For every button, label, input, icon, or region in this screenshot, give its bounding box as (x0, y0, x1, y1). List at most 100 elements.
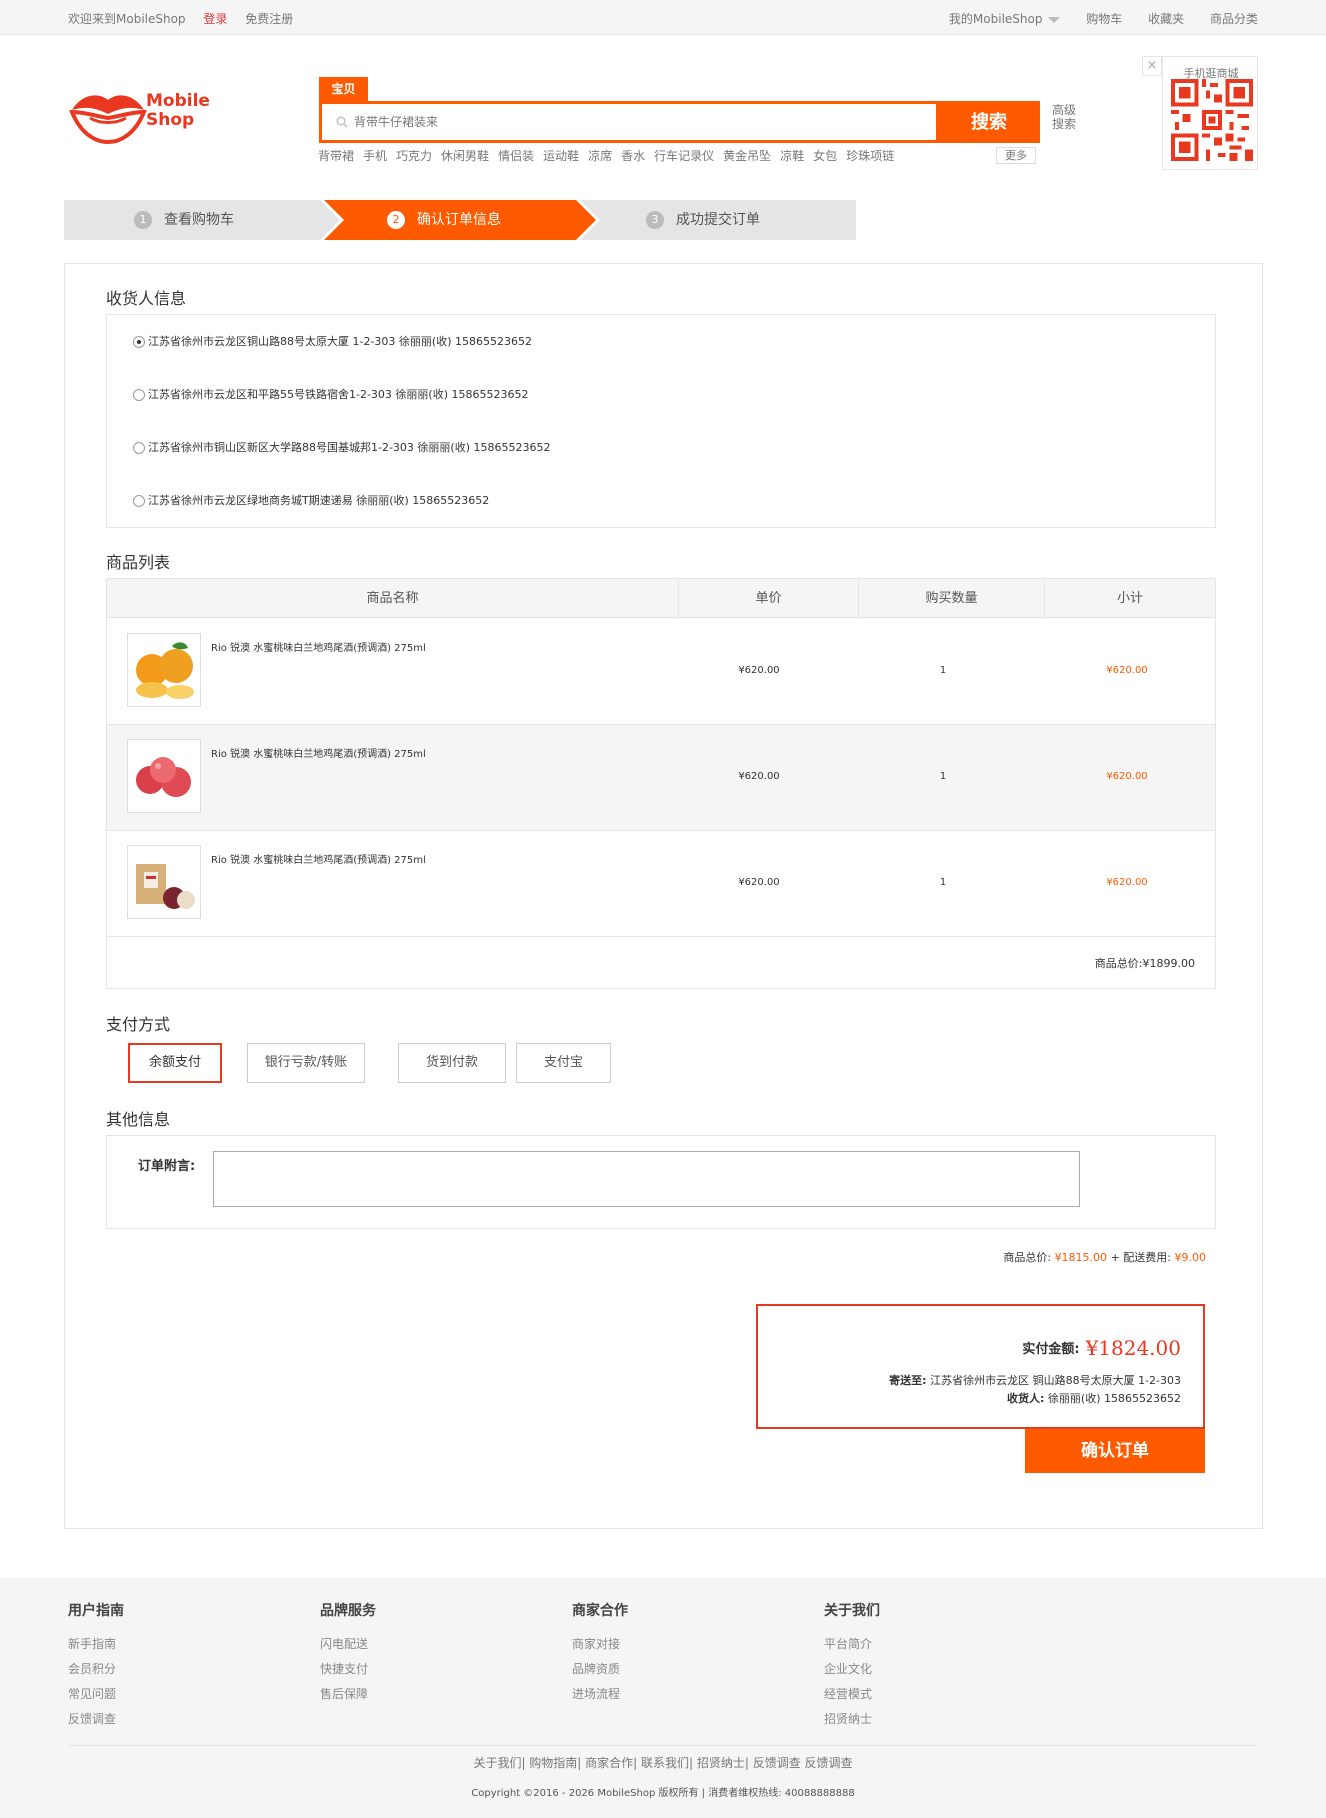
hotwords-list: 背带裙 手机 巧克力 休闲男鞋 情侣装 运动鞋 凉席 香水 行车记录仪 黄金吊坠 凉鞋 女包 珍珠项链 (318, 147, 903, 164)
footer-link[interactable]: 快捷支付 (320, 1657, 376, 1682)
copyright-text: Copyright ©2016 - 2026 MobileShop 版权所有 |… (471, 1788, 855, 1799)
address-option[interactable]: 江苏省徐州市云龙区铜山路88号太原大厦 1-2-303 徐丽丽(收) 15865… (133, 333, 532, 349)
radio-button[interactable] (133, 495, 145, 507)
footer-link[interactable]: 企业文化 (824, 1657, 880, 1682)
pay-amount-value: ¥1824.00 (1085, 1336, 1181, 1360)
receiver-label: 收货人: (1007, 1392, 1045, 1405)
order-note-textarea[interactable] (213, 1151, 1080, 1207)
hotword[interactable]: 运动鞋 (543, 149, 579, 163)
product-image-gift-box[interactable] (127, 845, 201, 919)
chevron-down-icon (1048, 16, 1061, 23)
logo-wordmark: Mobile Shop (146, 92, 210, 130)
payment-alipay-button[interactable]: 支付宝 (516, 1043, 611, 1083)
footer-link[interactable]: 闪电配送 (320, 1632, 376, 1657)
step-submit-order: 3 成功提交订单 (646, 200, 760, 240)
footer-link[interactable]: 常见问题 (68, 1682, 124, 1707)
my-shop-label: 我的MobileShop (948, 12, 1043, 26)
hotword[interactable]: 背带裙 (318, 149, 354, 163)
receiver-value: 徐丽丽(收) 15865523652 (1047, 1392, 1181, 1405)
order-panel: 收货人信息 江苏省徐州市云龙区铜山路88号太原大厦 1-2-303 徐丽丽(收)… (64, 263, 1263, 1529)
hotword[interactable]: 休闲男鞋 (441, 149, 489, 163)
hotword[interactable]: 珍珠项链 (846, 149, 894, 163)
order-note-label: 订单附言: (138, 1159, 196, 1174)
more-hotwords-button[interactable]: 更多 (996, 147, 1036, 164)
hotword[interactable]: 香水 (621, 149, 645, 163)
ship-to-label: 寄送至: (889, 1374, 927, 1387)
step-label: 查看购物车 (164, 212, 234, 228)
hotword[interactable]: 巧克力 (396, 149, 432, 163)
hotword[interactable]: 黄金吊坠 (723, 149, 771, 163)
footer-link[interactable]: 经营模式 (824, 1682, 880, 1707)
hotword[interactable]: 凉席 (588, 149, 612, 163)
register-link[interactable]: 免费注册 (245, 12, 293, 26)
checkout-steps: 1 查看购物车 2 确认订单信息 3 成功提交订单 (64, 200, 856, 240)
product-name[interactable]: Rio 锐澳 水蜜桃味白兰地鸡尾酒(预调酒) 275ml (211, 745, 426, 760)
radio-button[interactable] (133, 442, 145, 454)
section-title-payment: 支付方式 (106, 1015, 171, 1034)
column-header-price: 单价 (679, 579, 859, 618)
address-text: 江苏省徐州市云龙区绿地商务城T期速递易 徐丽丽(收) 15865523652 (148, 494, 490, 507)
product-name[interactable]: Rio 锐澳 水蜜桃味白兰地鸡尾酒(预调酒) 275ml (211, 851, 426, 866)
address-option[interactable]: 江苏省徐州市铜山区新区大学路88号国基城邦1-2-303 徐丽丽(收) 1586… (133, 439, 551, 455)
other-info-box: 订单附言: (106, 1135, 1216, 1229)
footer-link[interactable]: 品牌资质 (572, 1657, 628, 1682)
product-price: ¥620.00 (738, 771, 780, 782)
step-view-cart: 1 查看购物车 (134, 200, 234, 240)
product-image-oranges[interactable] (127, 633, 201, 707)
radio-button[interactable] (133, 389, 145, 401)
footer-link[interactable]: 新手指南 (68, 1632, 124, 1657)
site-logo[interactable]: Mobile Shop (68, 84, 228, 145)
payment-balance-button[interactable]: 余额支付 (128, 1043, 222, 1083)
receiver-row: 收货人: 徐丽丽(收) 15865523652 (889, 1390, 1181, 1408)
footer-link[interactable]: 平台简介 (824, 1632, 880, 1657)
column-header-subtotal: 小计 (1116, 591, 1143, 606)
my-shop-menu[interactable]: 我的MobileShop (927, 12, 1061, 26)
payment-summary-box: 实付金额: ¥1824.00 寄送至: 江苏省徐州市云龙区 铜山路88号太原大厦 … (756, 1304, 1205, 1429)
search-tab-items[interactable]: 宝贝 (319, 77, 368, 101)
step-label: 确认订单信息 (417, 212, 501, 228)
payment-cod-button[interactable]: 货到付款 (398, 1043, 506, 1083)
search-input[interactable] (322, 104, 942, 140)
step-confirm-order: 2 确认订单信息 (387, 200, 501, 240)
product-name[interactable]: Rio 锐澳 水蜜桃味白兰地鸡尾酒(预调酒) 275ml (211, 639, 426, 654)
search-button[interactable]: 搜索 (938, 101, 1040, 143)
product-qty: 1 (939, 665, 947, 676)
radio-button[interactable] (133, 336, 145, 348)
footer-link[interactable]: 商家对接 (572, 1632, 628, 1657)
step-label: 成功提交订单 (676, 212, 760, 228)
hotword[interactable]: 情侣装 (498, 149, 534, 163)
hotword[interactable]: 手机 (363, 149, 387, 163)
favorites-link[interactable]: 收藏夹 (1148, 12, 1184, 26)
footer-link[interactable]: 会员积分 (68, 1657, 124, 1682)
logo-line2: Shop (146, 110, 195, 130)
logo-line1: Mobile (146, 91, 210, 111)
shipping-fee-value: ¥9.00 (1174, 1251, 1207, 1264)
address-option[interactable]: 江苏省徐州市云龙区绿地商务城T期速递易 徐丽丽(收) 15865523652 (133, 492, 489, 508)
payment-bank-transfer-button[interactable]: 银行亏款/转账 (247, 1043, 365, 1083)
advanced-search-link[interactable]: 高级搜索 (1052, 103, 1078, 131)
login-link[interactable]: 登录 (203, 12, 227, 26)
categories-link[interactable]: 商品分类 (1210, 12, 1258, 26)
footer-column-about: 关于我们 平台简介 企业文化 经营模式 招贤纳士 (824, 1600, 880, 1732)
hotword[interactable]: 凉鞋 (780, 149, 804, 163)
footer-link[interactable]: 售后保障 (320, 1682, 376, 1707)
section-title-other: 其他信息 (106, 1110, 171, 1129)
goods-total-value: ¥1815.00 (1054, 1251, 1108, 1264)
pay-amount-label: 实付金额: (1022, 1342, 1080, 1357)
footer-link[interactable]: 反馈调查 (68, 1707, 124, 1732)
qr-close-icon[interactable]: × (1142, 56, 1162, 76)
ship-to-value: 江苏省徐州市云龙区 铜山路88号太原大厦 1-2-303 (930, 1374, 1181, 1387)
footer-link[interactable]: 进场流程 (572, 1682, 628, 1707)
address-option[interactable]: 江苏省徐州市云龙区和平路55号铁路宿舍1-2-303 徐丽丽(收) 158655… (133, 386, 529, 402)
hotword[interactable]: 行车记录仪 (654, 149, 714, 163)
confirm-order-button[interactable]: 确认订单 (1025, 1429, 1205, 1473)
footer-column-brand-service: 品牌服务 闪电配送 快捷支付 售后保障 (320, 1600, 376, 1707)
ship-to-row: 寄送至: 江苏省徐州市云龙区 铜山路88号太原大厦 1-2-303 (889, 1372, 1181, 1390)
hotword[interactable]: 女包 (813, 149, 837, 163)
search-box (319, 101, 942, 143)
footer-link[interactable]: 招贤纳士 (824, 1707, 880, 1732)
product-image-apples[interactable] (127, 739, 201, 813)
column-header-qty: 购买数量 (859, 579, 1045, 618)
cart-link[interactable]: 购物车 (1086, 12, 1122, 26)
footer-bottom-links[interactable]: 关于我们| 购物指南| 商家合作| 联系我们| 招贤纳士| 反馈调查 反馈调查 (0, 1754, 1326, 1771)
